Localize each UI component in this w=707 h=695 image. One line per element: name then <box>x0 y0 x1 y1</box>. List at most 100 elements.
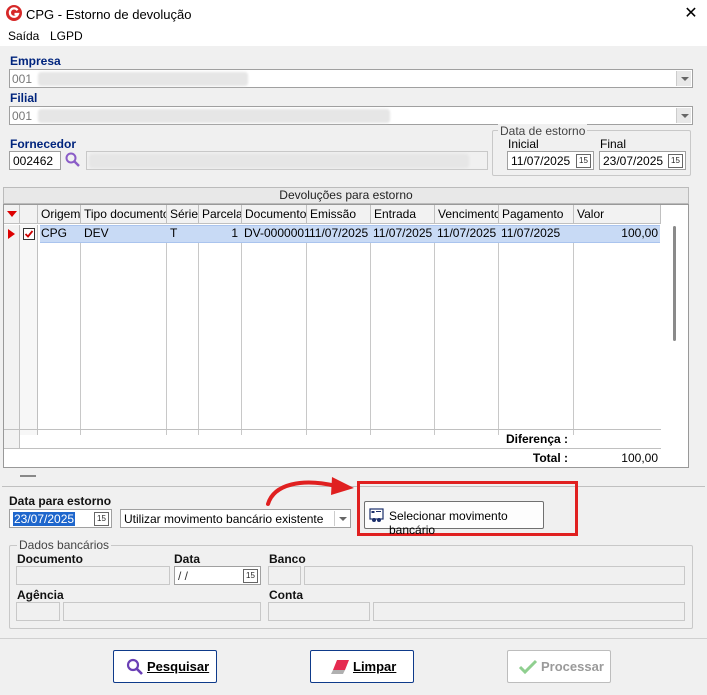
dados-bancarios-title: Dados bancários <box>17 538 112 552</box>
data-estorno-group-title: Data de estorno <box>498 124 588 138</box>
col-header-vencimento[interactable]: Vencimento <box>435 205 499 224</box>
row-checkbox[interactable] <box>23 228 35 240</box>
data-final-value: 23/07/2025 <box>603 154 664 168</box>
movimento-selected-value: Utilizar movimento bancário existente <box>124 512 324 526</box>
empresa-select[interactable]: 001 <box>9 69 693 88</box>
empresa-label: Empresa <box>10 54 61 68</box>
agencia-label: Agência <box>17 588 64 602</box>
cell-valor: 100,00 <box>621 226 658 240</box>
window-title: CPG - Estorno de devolução <box>26 7 192 22</box>
grid-line <box>166 225 167 435</box>
row-pointer-icon <box>8 229 15 239</box>
cell-vencimento: 11/07/2025 <box>437 226 497 240</box>
cell-emissao: 11/07/2025 <box>309 226 369 240</box>
menu-bar <box>0 28 707 46</box>
chevron-down-icon[interactable] <box>334 511 349 526</box>
row-indicator-gutter <box>4 225 20 435</box>
selecionar-movimento-label: Selecionar movimento bancário <box>389 509 508 537</box>
calendar-icon[interactable]: 15 <box>668 154 683 168</box>
filial-select[interactable]: 001 <box>9 106 693 125</box>
splitter-handle[interactable] <box>20 475 36 477</box>
documento-label: Documento <box>17 552 83 566</box>
col-header-pagamento[interactable]: Pagamento <box>499 205 574 224</box>
sort-down-icon <box>7 211 17 217</box>
filial-redacted <box>38 109 390 123</box>
pesquisar-label: Pesquisar <box>147 659 210 674</box>
menu-item-saida[interactable]: Saída <box>8 29 39 43</box>
cell-entrada: 11/07/2025 <box>373 226 433 240</box>
processar-label: Processar <box>541 659 604 674</box>
grid-vertical-scrollbar[interactable] <box>661 206 688 438</box>
data-para-estorno-input[interactable]: 23/07/2025 15 <box>9 509 112 528</box>
data-final-input[interactable]: 23/07/2025 15 <box>599 151 686 170</box>
agencia-code-field <box>16 602 60 621</box>
grid-line <box>306 225 307 435</box>
col-header-parcela[interactable]: Parcela <box>199 205 242 224</box>
grid-footer-divider <box>4 448 661 449</box>
grid-line <box>434 225 435 435</box>
empresa-redacted <box>38 72 248 86</box>
banco-name-field <box>304 566 685 585</box>
processar-button[interactable]: Processar <box>507 650 611 683</box>
col-header-documento[interactable]: Documento <box>242 205 307 224</box>
total-label: Total : <box>532 451 568 465</box>
agencia-name-field <box>63 602 261 621</box>
scrollbar-thumb[interactable] <box>673 226 676 341</box>
calendar-icon[interactable]: 15 <box>94 512 109 526</box>
devolucoes-grid[interactable]: Origem Tipo documento Série Parcela Docu… <box>3 204 689 468</box>
conta-name-field <box>373 602 685 621</box>
movimento-select[interactable]: Utilizar movimento bancário existente <box>120 509 351 528</box>
search-icon <box>126 658 143 675</box>
grid-check-header[interactable] <box>20 205 38 224</box>
col-header-serie[interactable]: Série <box>167 205 199 224</box>
banco-label: Banco <box>269 552 306 566</box>
checkmark-icon <box>24 230 34 238</box>
col-header-emissao[interactable]: Emissão <box>307 205 371 224</box>
grid-line <box>573 225 574 435</box>
footer-gutter <box>4 430 20 448</box>
annotation-arrow-icon <box>266 477 354 506</box>
data-inicial-input[interactable]: 11/07/2025 15 <box>507 151 594 170</box>
selecionar-movimento-button[interactable]: Selecionar movimento bancário <box>364 501 544 537</box>
search-icon[interactable] <box>64 151 82 169</box>
cell-pagamento: 11/07/2025 <box>501 226 561 240</box>
fornecedor-redacted <box>89 154 469 168</box>
limpar-button[interactable]: Limpar <box>310 650 414 683</box>
data-bancaria-input[interactable]: / / 15 <box>174 566 261 585</box>
data-para-estorno-value: 23/07/2025 <box>13 512 76 526</box>
data-inicial-value: 11/07/2025 <box>511 154 571 168</box>
diferenca-label: Diferença : <box>505 432 568 446</box>
grid-line <box>370 225 371 435</box>
cell-documento: DV-0000001 <box>244 226 311 240</box>
col-header-tipo-documento[interactable]: Tipo documento <box>81 205 167 224</box>
fornecedor-code-input[interactable]: 002462 <box>9 151 61 170</box>
data-bancaria-value: / / <box>178 569 189 583</box>
data-para-estorno-label: Data para estorno <box>9 494 112 508</box>
grid-line <box>498 225 499 435</box>
chevron-down-icon[interactable] <box>676 71 691 86</box>
app-logo-icon <box>6 5 22 21</box>
cell-parcela: 1 <box>231 226 238 240</box>
conta-code-field <box>268 602 370 621</box>
col-header-valor[interactable]: Valor <box>574 205 661 224</box>
cell-serie: T <box>170 226 178 240</box>
cell-tipo-documento: DEV <box>84 226 109 240</box>
col-header-entrada[interactable]: Entrada <box>371 205 435 224</box>
close-button[interactable]: ✕ <box>680 4 702 24</box>
total-value: 100,00 <box>621 451 658 465</box>
row-check-gutter <box>20 225 38 435</box>
limpar-label: Limpar <box>353 659 397 674</box>
grid-sort-header[interactable] <box>4 205 20 224</box>
col-header-origem[interactable]: Origem <box>38 205 81 224</box>
empresa-value: 001 <box>12 72 33 86</box>
pesquisar-button[interactable]: Pesquisar <box>113 650 217 683</box>
menu-item-lgpd[interactable]: LGPD <box>50 29 83 43</box>
bank-lookup-icon <box>369 508 384 522</box>
calendar-icon[interactable]: 15 <box>576 154 591 168</box>
chevron-down-icon[interactable] <box>676 108 691 123</box>
checkmark-icon <box>518 659 538 675</box>
grid-footer-divider <box>4 429 661 430</box>
calendar-icon[interactable]: 15 <box>243 569 258 583</box>
banco-code-field <box>268 566 301 585</box>
cell-origem: CPG <box>41 226 68 240</box>
